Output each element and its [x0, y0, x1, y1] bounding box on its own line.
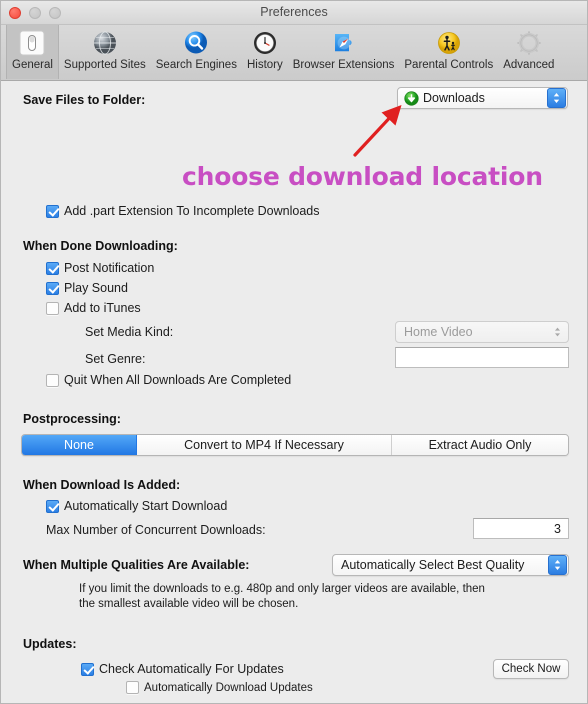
window-traffic-lights [9, 7, 61, 19]
toolbar-item-label: General [12, 59, 53, 71]
check-automatically-checkbox-row[interactable]: Check Automatically For Updates [81, 662, 284, 676]
play-sound-checkbox-row[interactable]: Play Sound [46, 281, 128, 295]
up-down-chevron-icon[interactable] [547, 88, 566, 108]
zoom-window-button[interactable] [49, 7, 61, 19]
check-automatically-checkbox[interactable] [81, 662, 94, 676]
auto-download-updates-label: Automatically Download Updates [144, 681, 313, 694]
general-switch-icon [17, 28, 47, 58]
postprocessing-option-convert-mp4[interactable]: Convert to MP4 If Necessary [137, 435, 392, 455]
when-download-is-added-label: When Download Is Added: [23, 478, 181, 492]
auto-start-download-checkbox-row[interactable]: Automatically Start Download [46, 499, 227, 513]
quality-selection-value: Automatically Select Best Quality [341, 558, 525, 572]
puzzle-compass-icon [329, 28, 359, 58]
toolbar-item-label: Advanced [503, 59, 555, 71]
add-to-itunes-label: Add to iTunes [64, 301, 141, 315]
check-now-button[interactable]: Check Now [493, 659, 569, 679]
auto-download-updates-checkbox[interactable] [126, 681, 139, 694]
set-media-kind-popup-button: Home Video [395, 321, 569, 343]
preferences-window: Preferences General Supported Sites Sear… [0, 0, 588, 704]
toolbar-item-label: Supported Sites [63, 59, 146, 71]
general-pane: Save Files to Folder: Downloads Add .par… [1, 81, 587, 703]
preferences-toolbar: General Supported Sites Search Engines H… [1, 25, 587, 81]
multiple-qualities-label: When Multiple Qualities Are Available: [23, 558, 250, 572]
set-media-kind-value: Home Video [404, 325, 473, 339]
window-titlebar: Preferences [1, 1, 587, 25]
gear-icon [514, 28, 544, 58]
globe-icon [90, 28, 120, 58]
updates-label: Updates: [23, 637, 77, 651]
up-down-chevron-icon [548, 322, 567, 342]
download-folder-popup-button[interactable]: Downloads [397, 87, 568, 109]
toolbar-item-label: Parental Controls [404, 59, 494, 71]
max-concurrent-downloads-field[interactable]: 3 [473, 518, 569, 539]
add-part-extension-checkbox-row[interactable]: Add .part Extension To Incomplete Downlo… [46, 204, 319, 218]
annotation-choose-download-location: choose download location [182, 162, 543, 191]
auto-start-download-checkbox[interactable] [46, 499, 59, 513]
toolbar-item-label: Browser Extensions [292, 59, 395, 71]
postprocessing-label: Postprocessing: [23, 412, 121, 426]
post-notification-checkbox[interactable] [46, 261, 59, 275]
red-pointer-arrow [353, 104, 402, 157]
green-download-circle-icon [404, 90, 419, 106]
set-genre-field[interactable] [395, 347, 569, 368]
window-title: Preferences [260, 5, 328, 19]
add-part-extension-checkbox[interactable] [46, 204, 59, 218]
set-genre-label: Set Genre: [85, 352, 146, 366]
auto-download-updates-checkbox-row[interactable]: Automatically Download Updates [126, 681, 313, 694]
parental-controls-icon [434, 28, 464, 58]
toolbar-item-history[interactable]: History [242, 25, 288, 79]
quality-selection-popup-button[interactable]: Automatically Select Best Quality [332, 554, 569, 576]
close-window-button[interactable] [9, 7, 21, 19]
toolbar-item-supported-sites[interactable]: Supported Sites [59, 25, 151, 79]
play-sound-label: Play Sound [64, 281, 128, 295]
post-notification-label: Post Notification [64, 261, 155, 275]
add-to-itunes-checkbox[interactable] [46, 301, 59, 315]
max-concurrent-downloads-value: 3 [554, 521, 561, 536]
clock-icon [250, 28, 280, 58]
minimize-window-button[interactable] [29, 7, 41, 19]
post-notification-checkbox-row[interactable]: Post Notification [46, 261, 154, 275]
add-part-extension-label: Add .part Extension To Incomplete Downlo… [64, 204, 320, 218]
toolbar-item-advanced[interactable]: Advanced [498, 25, 559, 79]
toolbar-item-parental-controls[interactable]: Parental Controls [399, 25, 498, 79]
toolbar-item-general[interactable]: General [6, 25, 59, 79]
up-down-chevron-icon[interactable] [548, 555, 567, 575]
postprocessing-option-none[interactable]: None [22, 435, 137, 455]
check-automatically-label: Check Automatically For Updates [99, 662, 284, 676]
max-concurrent-downloads-label: Max Number of Concurrent Downloads: [46, 523, 266, 537]
toolbar-item-search-engines[interactable]: Search Engines [151, 25, 242, 79]
quit-when-done-checkbox[interactable] [46, 373, 59, 387]
auto-start-download-label: Automatically Start Download [64, 499, 228, 513]
quit-when-done-label: Quit When All Downloads Are Completed [64, 373, 292, 387]
play-sound-checkbox[interactable] [46, 281, 59, 295]
when-done-downloading-label: When Done Downloading: [23, 239, 178, 253]
postprocessing-segmented-control[interactable]: None Convert to MP4 If Necessary Extract… [21, 434, 569, 456]
magnifier-icon [181, 28, 211, 58]
download-folder-value: Downloads [423, 91, 485, 105]
quit-when-done-checkbox-row[interactable]: Quit When All Downloads Are Completed [46, 373, 291, 387]
toolbar-item-label: History [246, 59, 283, 71]
quality-selection-hint: If you limit the downloads to e.g. 480p … [79, 583, 485, 610]
set-media-kind-label: Set Media Kind: [85, 325, 174, 339]
postprocessing-option-extract-audio[interactable]: Extract Audio Only [392, 435, 568, 455]
save-files-to-folder-label: Save Files to Folder: [23, 93, 146, 107]
add-to-itunes-checkbox-row[interactable]: Add to iTunes [46, 301, 141, 315]
toolbar-item-browser-extensions[interactable]: Browser Extensions [288, 25, 400, 79]
toolbar-item-label: Search Engines [155, 59, 237, 71]
